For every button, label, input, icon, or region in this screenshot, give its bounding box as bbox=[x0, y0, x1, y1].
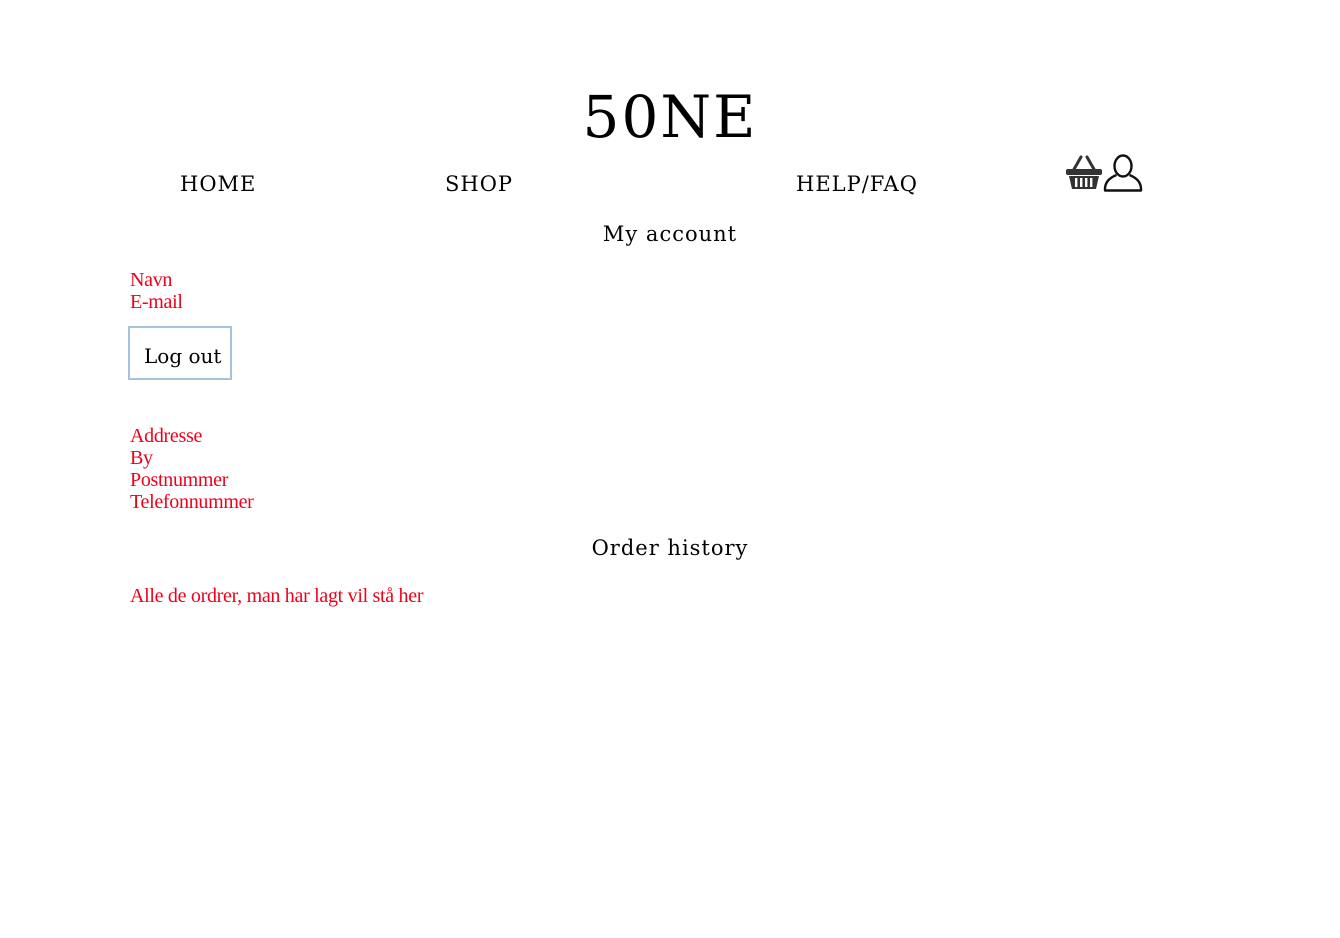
email-field: E-mail bbox=[130, 291, 183, 313]
user-icon[interactable] bbox=[1103, 153, 1143, 193]
order-history-heading: Order history bbox=[591, 536, 749, 560]
address-field: Addresse bbox=[130, 425, 203, 447]
nav-shop[interactable]: SHOP bbox=[445, 171, 513, 197]
name-field: Navn bbox=[130, 269, 173, 291]
nav-help-faq[interactable]: HELP/FAQ bbox=[796, 171, 918, 197]
city-field: By bbox=[130, 447, 153, 469]
basket-icon[interactable] bbox=[1064, 154, 1104, 192]
site-logo[interactable]: 50NE bbox=[0, 82, 1340, 152]
nav-home[interactable]: HOME bbox=[180, 171, 256, 197]
logout-button[interactable]: Log out bbox=[128, 326, 232, 380]
postcode-field: Postnummer bbox=[130, 469, 229, 491]
phone-field: Telefonnummer bbox=[130, 491, 254, 513]
order-history-placeholder: Alle de ordrer, man har lagt vil stå her bbox=[130, 585, 424, 607]
my-account-heading: My account bbox=[602, 222, 738, 246]
